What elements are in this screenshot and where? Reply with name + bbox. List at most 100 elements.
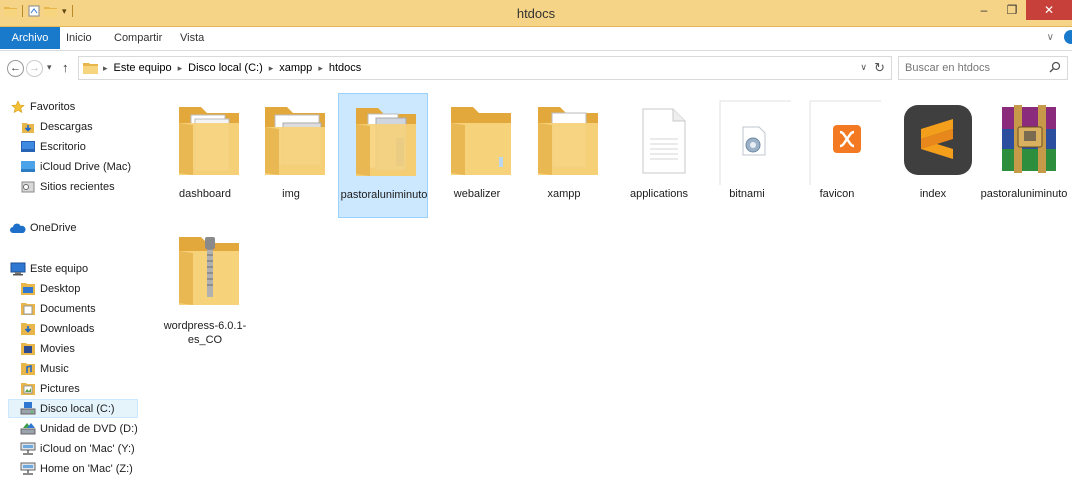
file-item-img[interactable]: img [246,91,336,216]
computer-icon [10,262,26,276]
pictures-folder-icon [20,382,36,396]
nav-item-label: Este equipo [30,262,89,275]
file-item-xampp[interactable]: xampp [519,91,609,216]
nav-item-label: Sitios recientes [40,180,115,193]
restore-button[interactable]: ❐ [998,0,1026,20]
file-item-pastoraluniminuto-folder[interactable]: pastoraluniminuto [338,93,428,218]
expand-ribbon-icon[interactable]: ∨ [1047,32,1054,43]
search-icon [1049,61,1061,73]
nav-item-music[interactable]: Music [20,359,69,378]
nav-item-disco-local[interactable]: Disco local (C:) [8,399,138,418]
customize-toolbar-icon[interactable]: ▾ [62,6,67,17]
new-folder-icon[interactable] [44,5,57,17]
breadcrumb-xampp[interactable]: xampp [279,62,312,74]
star-icon [10,99,26,114]
ribbon-tabs: Archivo Inicio Compartir Vista ∨ [0,27,1072,51]
breadcrumb-este-equipo[interactable]: Este equipo [114,62,172,74]
nav-item-sitios-recientes[interactable]: Sitios recientes [20,177,115,196]
desktop-icon [20,140,36,154]
breadcrumb-disco-local[interactable]: Disco local (C:) [188,62,263,74]
nav-item-home-on-mac[interactable]: Home on 'Mac' (Z:) [20,459,133,478]
chevron-right-icon[interactable]: ▸ [103,63,108,74]
address-row: ← → ▾ ↑ ▸ Este equipo ▸ Disco local (C:)… [0,52,1072,86]
search-box[interactable] [898,56,1068,80]
tab-archivo[interactable]: Archivo [0,27,60,49]
file-item-pastoraluniminuto-archive[interactable]: pastoraluniminuto [979,91,1069,216]
nav-item-label: Home on 'Mac' (Z:) [40,462,133,475]
title-bar: ▾ htdocs – ❐ ✕ [0,0,1072,27]
tab-compartir[interactable]: Compartir [114,27,162,50]
nav-item-descargas[interactable]: Descargas [20,117,93,136]
file-name: favicon [819,188,855,200]
forward-button[interactable]: → [26,60,43,77]
folder-icon [179,107,239,175]
nav-item-label: Unidad de DVD (D:) [40,422,138,435]
network-drive-icon [20,442,36,456]
folder-icon [538,107,598,175]
window-title: htdocs [516,6,556,21]
desktop-folder-icon [20,282,36,296]
file-name: applications [629,188,689,200]
nav-este-equipo[interactable]: Este equipo [10,259,88,278]
file-name: pastoraluniminuto [340,189,428,201]
file-name: pastoraluniminuto [980,188,1068,200]
nav-item-escritorio[interactable]: Escritorio [20,137,86,156]
folder-icon [83,63,98,74]
icloud-folder-icon [20,160,36,174]
file-item-favicon[interactable]: favicon [792,91,882,216]
address-history-icon[interactable]: ∨ [860,62,867,73]
nav-item-dvd[interactable]: Unidad de DVD (D:) [20,419,138,438]
documents-folder-icon [20,302,36,316]
minimize-button[interactable]: – [970,0,998,20]
close-button[interactable]: ✕ [1026,0,1072,20]
file-name: index [919,188,947,200]
chevron-right-icon[interactable]: ▸ [318,63,323,74]
chevron-right-icon[interactable]: ▸ [269,63,274,74]
file-item-bitnami[interactable]: bitnami [702,91,792,216]
folder-icon [4,7,17,17]
address-bar[interactable]: ▸ Este equipo ▸ Disco local (C:) ▸ xampp… [78,56,892,80]
zip-folder-icon [179,237,239,305]
tab-vista[interactable]: Vista [180,27,204,50]
tab-inicio[interactable]: Inicio [66,27,92,50]
file-item-wordpress-zip[interactable]: wordpress-6.0.1-es_CO [160,221,250,346]
file-item-applications[interactable]: applications [614,91,704,216]
nav-favorites[interactable]: Favoritos [10,97,75,116]
file-item-webalizer[interactable]: webalizer [432,91,522,216]
music-folder-icon [20,362,36,376]
nav-item-desktop[interactable]: Desktop [20,279,80,298]
dvd-drive-icon [20,422,36,436]
css-file-icon [719,100,791,185]
file-item-index[interactable]: index [888,91,978,216]
file-name: wordpress-6.0.1-es_CO [163,320,247,346]
nav-item-icloud-drive[interactable]: iCloud Drive (Mac) [20,157,131,176]
nav-onedrive[interactable]: OneDrive [10,218,76,237]
nav-item-movies[interactable]: Movies [20,339,75,358]
breadcrumb-htdocs[interactable]: htdocs [329,62,361,74]
file-item-dashboard[interactable]: dashboard [160,91,250,216]
folder-icon [356,108,416,176]
folder-icon [265,107,325,175]
nav-item-label: Descargas [40,120,93,133]
file-list: dashboard img pastoraluniminuto webalize… [150,88,1072,477]
network-drive-icon [20,462,36,476]
chevron-right-icon[interactable]: ▸ [178,63,183,74]
nav-item-label: Escritorio [40,140,86,153]
refresh-icon[interactable]: ↻ [874,60,885,76]
recent-locations-icon[interactable]: ▾ [47,62,52,73]
sublime-text-icon [904,105,972,175]
nav-item-downloads[interactable]: Downloads [20,319,94,338]
file-name: dashboard [179,188,231,200]
search-input[interactable] [905,60,1045,76]
back-button[interactable]: ← [7,60,24,77]
properties-icon[interactable] [28,5,41,17]
file-name: webalizer [453,188,501,200]
nav-item-documents[interactable]: Documents [20,299,96,318]
nav-item-label: Favoritos [30,100,76,113]
onedrive-icon [10,221,26,235]
up-button[interactable]: ↑ [62,60,69,75]
help-icon[interactable] [1064,30,1072,44]
nav-item-icloud-on-mac[interactable]: iCloud on 'Mac' (Y:) [20,439,135,458]
movies-folder-icon [20,342,36,356]
nav-item-pictures[interactable]: Pictures [20,379,80,398]
